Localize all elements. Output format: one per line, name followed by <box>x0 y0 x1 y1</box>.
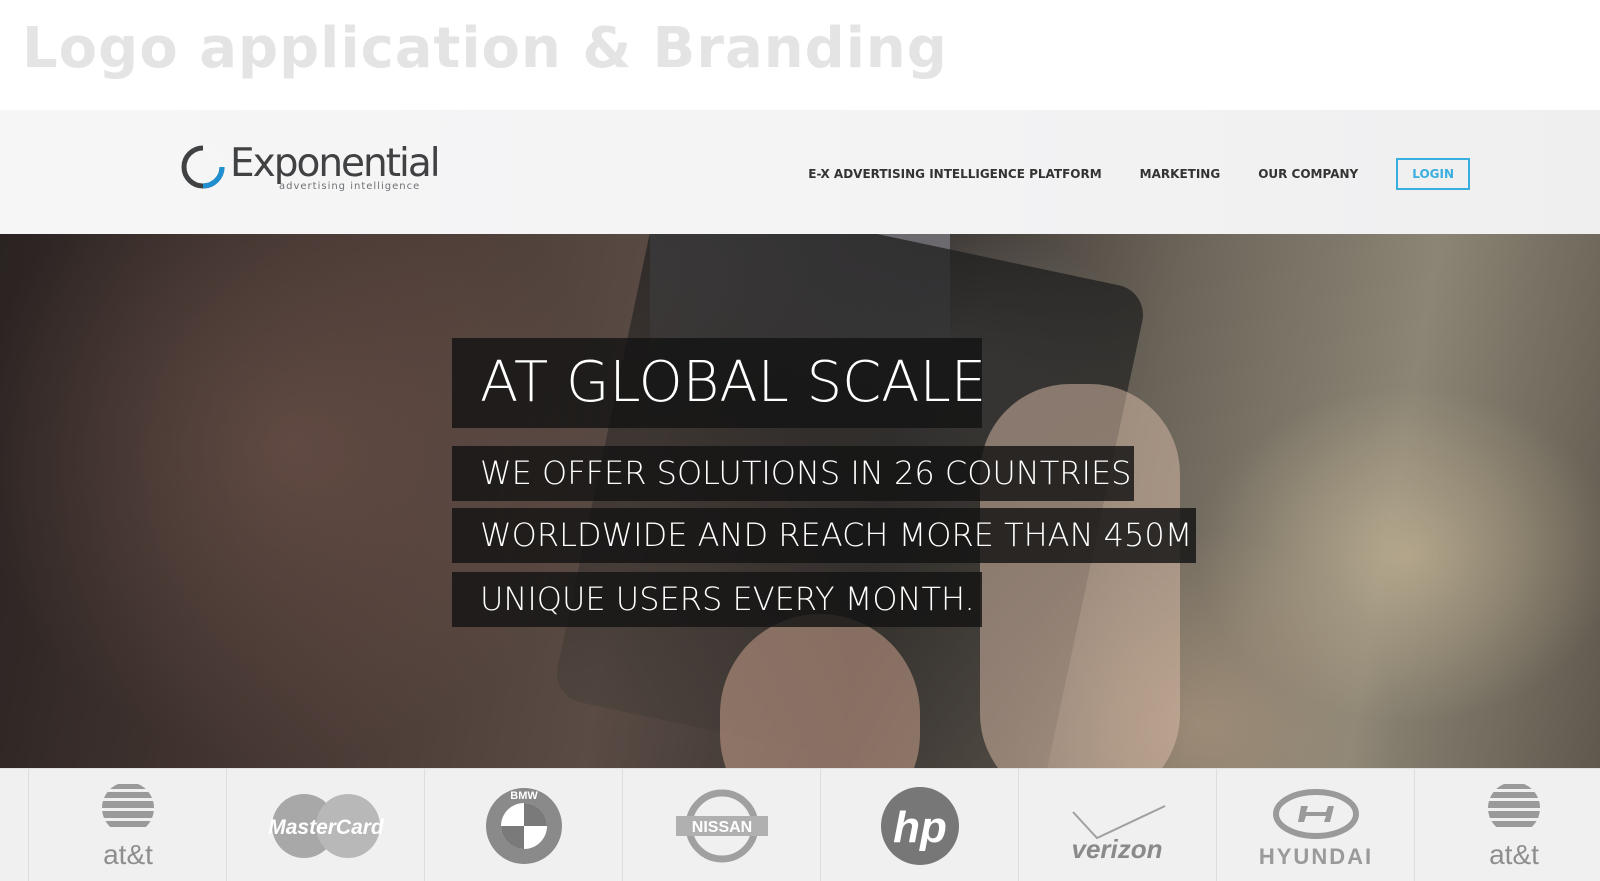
logo-text-group: Exponential advertising intelligence <box>230 141 441 193</box>
nissan-logo-icon: NISSAN <box>676 789 768 863</box>
verizon-logo-icon: verizon <box>1071 805 1166 864</box>
nav-our-company[interactable]: OUR COMPANY <box>1258 167 1358 181</box>
nav-marketing[interactable]: MARKETING <box>1140 167 1221 181</box>
hero-line-1: WE OFFER SOLUTIONS IN 26 COUNTRIES <box>452 446 1134 501</box>
brand-mastercard: MasterCard <box>226 769 425 881</box>
hero-title: AT GLOBAL SCALE <box>452 338 986 428</box>
bmw-logo-icon: BMW <box>486 788 562 864</box>
brand-hp-label: hp <box>893 803 947 852</box>
hero-line-3: UNIQUE USERS EVERY MONTH. <box>452 572 982 627</box>
brand-bmw-label: BMW <box>510 790 538 802</box>
brand-verizon: verizon <box>1018 769 1217 881</box>
att-logo-icon: at&t <box>102 784 154 870</box>
nav-platform[interactable]: E-X ADVERTISING INTELLIGENCE PLATFORM <box>808 167 1101 181</box>
mastercard-logo-icon: MasterCard <box>268 794 385 858</box>
brand-att: at&t <box>28 769 227 881</box>
brand-nissan: NISSAN <box>622 769 821 881</box>
logo-name: Exponential <box>230 141 441 186</box>
brand-hyundai-label: HYUNDAI <box>1259 844 1373 869</box>
brand-nissan-label: NISSAN <box>692 819 752 836</box>
page-heading: Logo application & Branding <box>22 16 948 81</box>
website-mockup: Exponential advertising intelligence E-X… <box>0 110 1600 881</box>
login-button[interactable]: LOGIN <box>1396 158 1470 190</box>
brand-hp: hp <box>820 769 1019 881</box>
hero-line-2: WORLDWIDE AND REACH MORE THAN 450M <box>452 508 1196 563</box>
hero-photo-hand-right <box>980 384 1180 768</box>
main-nav: E-X ADVERTISING INTELLIGENCE PLATFORM MA… <box>770 158 1470 190</box>
site-header: Exponential advertising intelligence E-X… <box>0 110 1600 234</box>
brand-bmw: BMW <box>424 769 623 881</box>
hero-banner: AT GLOBAL SCALE WE OFFER SOLUTIONS IN 26… <box>0 234 1600 768</box>
brand-mastercard-label: MasterCard <box>268 816 385 839</box>
att-logo-icon-2: at&t <box>1488 784 1540 870</box>
exponential-logo[interactable]: Exponential advertising intelligence <box>180 141 441 196</box>
brand-hyundai: HYUNDAI <box>1216 769 1415 881</box>
exponential-logo-icon <box>181 144 226 189</box>
client-logos-strip: at&t MasterCard BMW NISSAN hp verizon HY… <box>0 768 1600 881</box>
logo-tagline: advertising intelligence <box>279 181 421 192</box>
hp-logo-icon: hp <box>881 787 959 865</box>
brand-att-2-label: at&t <box>1489 839 1539 870</box>
brand-verizon-label: verizon <box>1071 834 1162 864</box>
brand-att-2: at&t <box>1414 769 1600 881</box>
hyundai-logo-icon: HYUNDAI <box>1259 789 1373 869</box>
brand-att-label: at&t <box>103 839 153 870</box>
